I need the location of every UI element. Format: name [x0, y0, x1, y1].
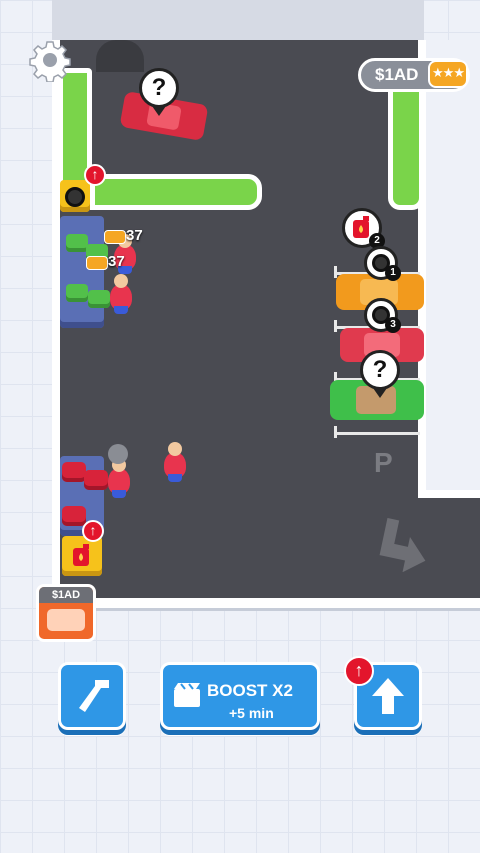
grass-center — [90, 174, 262, 210]
tire-request-count: 1 — [385, 265, 401, 281]
upgrade-badge[interactable]: ↑ — [84, 164, 106, 186]
tire-counter: 37 — [126, 227, 143, 244]
service-station — [60, 216, 104, 328]
ticket-stars: ★★★ — [432, 65, 465, 80]
tire-station[interactable] — [60, 180, 90, 212]
video-ad-icon — [174, 683, 200, 707]
build-button[interactable] — [58, 662, 126, 730]
arrow-up-icon — [372, 678, 404, 714]
gear-icon — [29, 41, 71, 83]
question-mark: ? — [372, 356, 388, 383]
tire-request-count: 3 — [385, 317, 401, 333]
bubble-tail — [373, 388, 387, 398]
parking-letter: P — [374, 447, 393, 478]
ad-card-label: $1AD — [39, 587, 93, 603]
boost-button[interactable]: BOOST X2 +5 min — [160, 662, 320, 730]
fuel-request-bubble: 2 — [342, 208, 385, 249]
bubble-tail — [152, 106, 166, 116]
background-strip — [52, 0, 424, 40]
exit-arrow-icon — [379, 518, 426, 572]
lot-right-cutout — [424, 40, 480, 495]
parking-tick — [334, 426, 337, 438]
tire-request-badge: 3 — [364, 298, 401, 333]
worker — [110, 274, 132, 314]
ticket-icon: ★★★ — [428, 60, 468, 88]
tire-icon — [65, 187, 85, 207]
boost-subtitle: +5 min — [229, 705, 274, 721]
fuel-pump-station[interactable] — [62, 536, 102, 576]
fuel-can-stack — [62, 462, 86, 482]
parking-line — [336, 432, 420, 435]
ad-card-graphic — [47, 609, 85, 631]
worker-indicator — [108, 444, 128, 464]
coin-icon — [104, 230, 126, 244]
green-tire-stack — [88, 290, 110, 308]
upgrade-badge[interactable]: ↑ — [82, 520, 104, 542]
settings-button[interactable] — [28, 38, 72, 83]
worker — [108, 458, 130, 498]
ad-cash-label: $1AD — [375, 65, 419, 84]
question-bubble: ? — [360, 350, 400, 390]
ad-reward-card[interactable]: $1AD — [36, 584, 96, 642]
green-tire-stack — [66, 234, 88, 252]
parking-tick — [334, 266, 337, 278]
fuel-can-stack — [84, 470, 108, 490]
lot-right-ledge — [418, 490, 480, 498]
question-mark: ? — [151, 74, 167, 101]
worker — [164, 442, 186, 482]
tire-request-badge: 1 — [364, 246, 401, 281]
lot-bottom-wall — [52, 598, 480, 608]
tire-counter: 37 — [108, 253, 125, 270]
fuel-can-stack — [62, 506, 86, 526]
grass-right — [388, 80, 424, 210]
coin-icon — [86, 256, 108, 270]
fuel-can-icon — [73, 544, 89, 566]
upgrade-alert-badge: ↑ — [344, 656, 374, 686]
green-tire-stack — [66, 284, 88, 302]
garage-entrance — [96, 40, 144, 72]
boost-title: BOOST X2 — [207, 681, 293, 700]
parking-tick — [334, 320, 337, 332]
question-bubble: ? — [139, 68, 179, 108]
hammer-icon — [79, 680, 109, 712]
